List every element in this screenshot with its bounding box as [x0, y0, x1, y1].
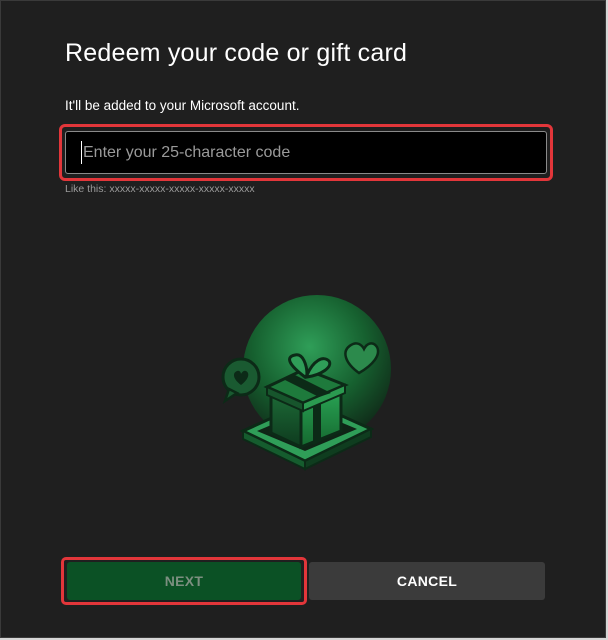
redeem-dialog: Redeem your code or gift card It'll be a…	[0, 0, 606, 638]
dialog-subtitle: It'll be added to your Microsoft account…	[65, 98, 300, 113]
cancel-button[interactable]: CANCEL	[309, 562, 545, 600]
code-format-hint: Like this: xxxxx-xxxxx-xxxxx-xxxxx-xxxxx	[65, 183, 255, 195]
next-button[interactable]: NEXT	[67, 562, 301, 600]
gift-box-illustration-icon	[221, 295, 391, 471]
code-input[interactable]	[65, 131, 547, 174]
dialog-title: Redeem your code or gift card	[65, 39, 408, 67]
text-caret	[81, 141, 82, 164]
